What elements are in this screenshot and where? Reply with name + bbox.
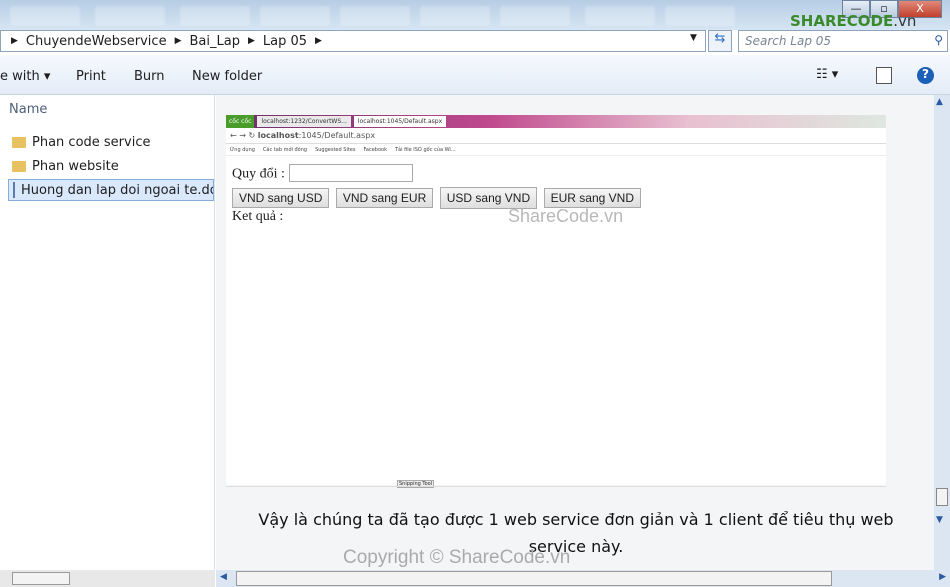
breadcrumb-item[interactable]: ChuyendeWebservice (26, 34, 167, 49)
eur-to-vnd-button[interactable]: EUR sang VND (543, 187, 641, 208)
bookmark[interactable]: Ứng dụng (230, 144, 255, 155)
coccoc-logo: cốc cốc (226, 115, 255, 128)
bookmark[interactable]: Facebook (363, 144, 387, 155)
item-label: Phan website (32, 158, 119, 174)
horizontal-scrollbar[interactable]: ◀ ▶ (216, 570, 950, 587)
folder-icon (12, 136, 26, 148)
bookmark[interactable]: Các tab mới đóng (263, 144, 307, 155)
chevron-down-icon[interactable]: ▼ (690, 33, 697, 43)
list-item[interactable]: Phan website (8, 155, 214, 177)
taskbar-item[interactable] (585, 6, 655, 26)
column-header-name[interactable]: Name (9, 102, 47, 117)
refresh-icon[interactable]: ⇆ (708, 30, 732, 52)
item-label: Phan code service (32, 134, 151, 150)
watermark-copyright: Copyright © ShareCode.vn (343, 547, 571, 568)
document-caption: Vậy là chúng ta đã tạo được 1 web servic… (258, 510, 894, 556)
print-button[interactable]: Print (76, 69, 106, 84)
taskbar-item[interactable] (665, 6, 735, 26)
bookmarks-bar: Ứng dụng Các tab mới đóng Suggested Site… (226, 144, 886, 156)
new-folder-button[interactable]: New folder (192, 69, 262, 84)
command-bar: e with ▾ Print Burn New folder ☷ ▾ ? (0, 55, 950, 95)
breadcrumb-item[interactable]: Bai_Lap (190, 34, 240, 49)
item-label: Huong dan lap doi ngoai te.do (21, 182, 214, 198)
breadcrumb-item[interactable]: Lap 05 (263, 34, 307, 49)
browser-tabs: cốc cốc localhost:1232/ConvertWS... loca… (226, 115, 886, 128)
sharecode-logo: SHARECODE.vn (790, 12, 917, 30)
browser-tab[interactable]: localhost:1045/Default.aspx (353, 116, 447, 127)
browser-url-bar[interactable]: ← → ↻ localhost:1045/Default.aspx (226, 128, 886, 144)
taskbar-item[interactable] (420, 6, 490, 26)
taskbar-item[interactable] (260, 6, 330, 26)
bookmark[interactable]: Suggested Sites (315, 144, 355, 155)
preview-pane-icon[interactable] (876, 67, 892, 84)
folder-icon (12, 160, 26, 172)
share-with-button[interactable]: e with ▾ (0, 69, 50, 84)
search-icon[interactable]: ⚲ (934, 33, 943, 47)
list-item[interactable]: Phan code service (8, 131, 214, 153)
taskbar-item[interactable] (10, 6, 80, 26)
browser-screenshot: cốc cốc localhost:1232/ConvertWS... loca… (226, 115, 886, 485)
bookmark[interactable]: Tải file ISO gốc của Wi... (395, 144, 456, 155)
help-icon[interactable]: ? (917, 67, 934, 84)
watermark: ShareCode.vn (508, 206, 624, 226)
divider (226, 486, 886, 487)
document-icon (13, 182, 15, 198)
quy-doi-label: Quy đổi : (232, 166, 285, 182)
address-bar[interactable]: ▶ ChuyendeWebservice ▶ Bai_Lap ▶ Lap 05 ▶ (0, 30, 706, 52)
amount-input[interactable] (288, 164, 413, 182)
taskbar-item[interactable] (180, 6, 250, 26)
vnd-to-usd-button[interactable]: VND sang USD (232, 187, 330, 208)
taskbar-item[interactable] (340, 6, 410, 26)
vnd-to-eur-button[interactable]: VND sang EUR (335, 187, 434, 208)
file-list: Name Phan code service Phan website Huon… (0, 95, 215, 570)
burn-button[interactable]: Burn (134, 69, 165, 84)
view-options-icon[interactable]: ☷ ▾ (816, 67, 838, 82)
vertical-scrollbar[interactable]: ▲ ▼ (934, 95, 950, 570)
search-input[interactable]: Search Lap 05 ⚲ (738, 30, 948, 52)
taskbar-item[interactable] (95, 6, 165, 26)
horizontal-scrollbar[interactable] (0, 570, 215, 587)
taskbar-item[interactable] (500, 6, 570, 26)
list-item[interactable]: Huong dan lap doi ngoai te.do (8, 179, 214, 201)
browser-tab[interactable]: localhost:1232/ConvertWS... (257, 116, 351, 127)
